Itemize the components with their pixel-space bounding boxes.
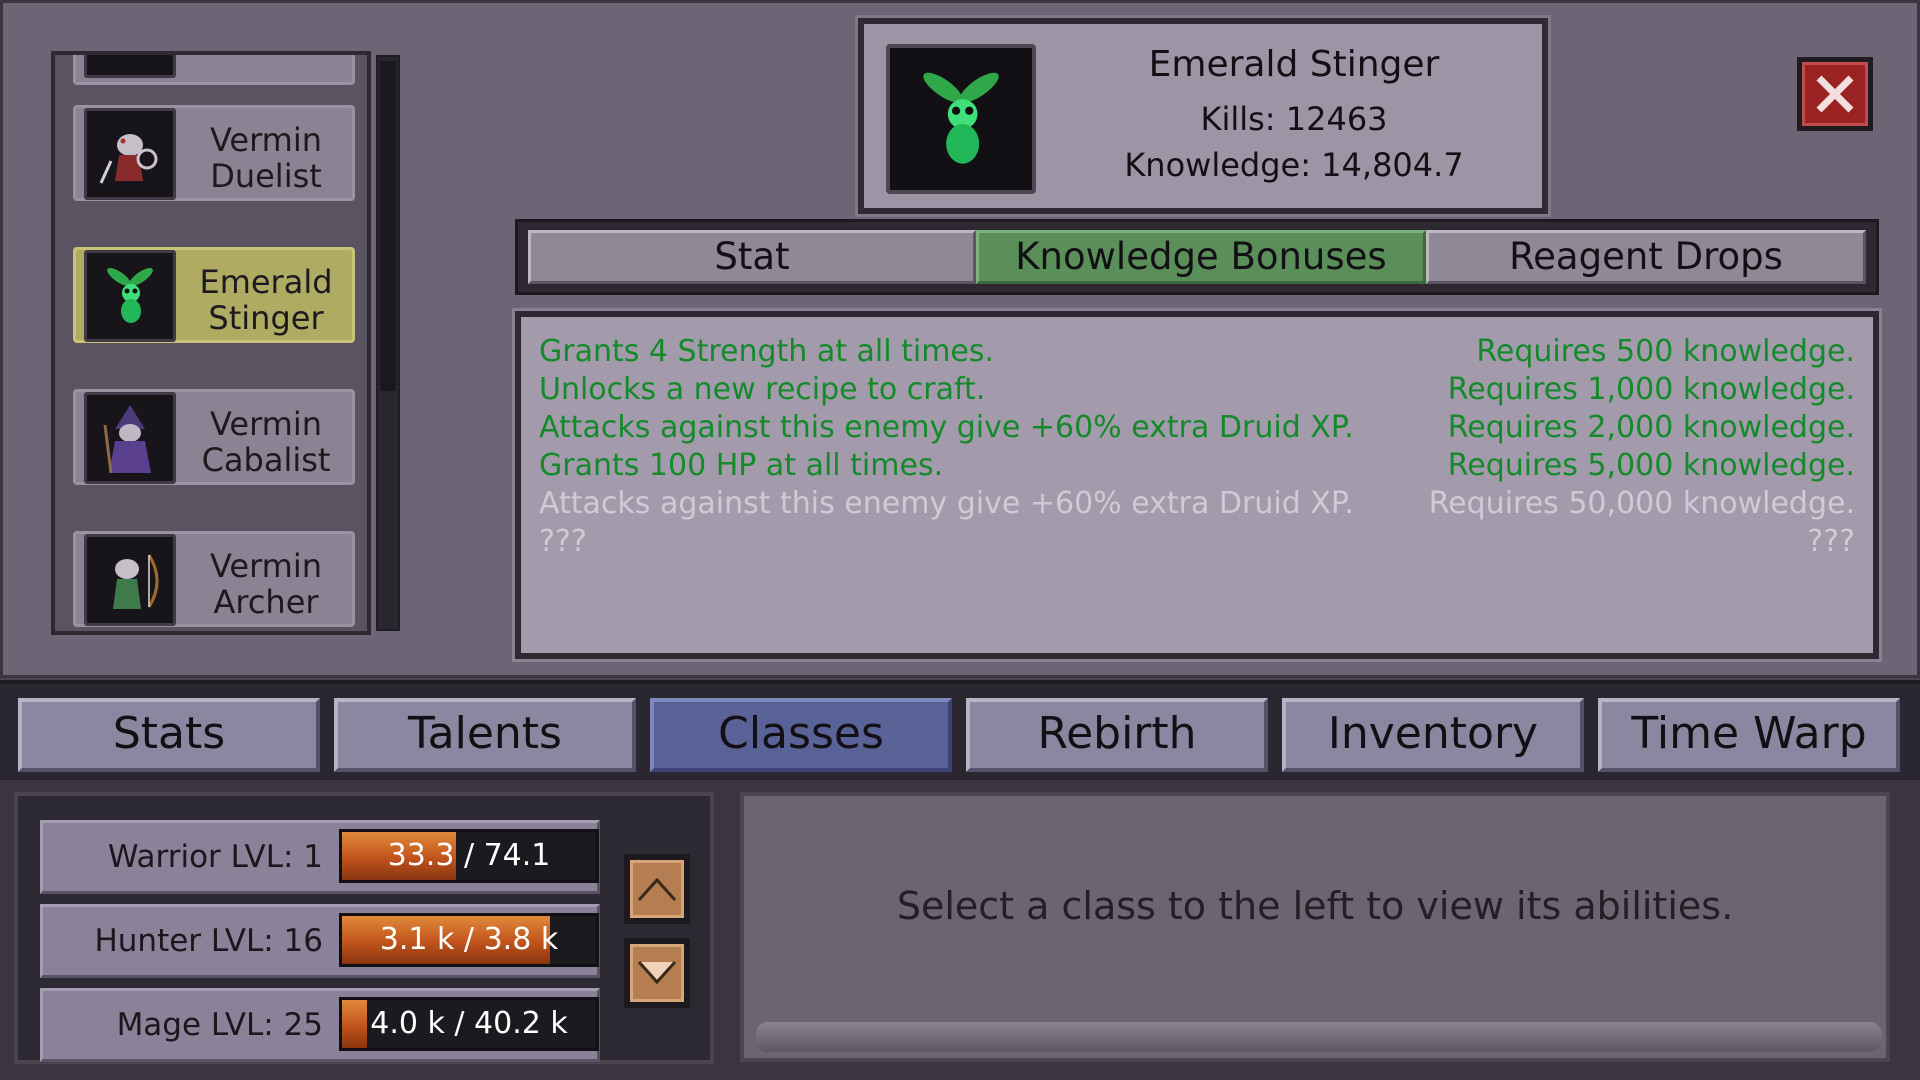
- class-row-hunter[interactable]: Hunter LVL: 16 3.1 k / 3.8 k: [40, 904, 600, 978]
- classes-area: Warrior LVL: 1 33.3 / 74.1 Hunter LVL: 1…: [0, 780, 1920, 1080]
- bonus-description: ???: [539, 524, 587, 559]
- scroll-down-button[interactable]: [624, 938, 690, 1008]
- scrollbar-thumb[interactable]: [380, 61, 396, 391]
- knowledge-value: Knowledge: 14,804.7: [1124, 146, 1464, 184]
- enemy-list-item[interactable]: Vermin Archer: [73, 531, 355, 627]
- tab-inventory[interactable]: Inventory: [1282, 698, 1584, 772]
- enemy-title: Emerald Stinger: [1148, 44, 1440, 85]
- class-level-label: Mage LVL: 25: [116, 1007, 323, 1043]
- bonus-row: Grants 100 HP at all times. Requires 5,0…: [539, 447, 1855, 485]
- bonus-row-locked: Attacks against this enemy give +60% ext…: [539, 485, 1855, 523]
- tab-rebirth[interactable]: Rebirth: [966, 698, 1268, 772]
- knowledge-bonus-list: Grants 4 Strength at all times. Requires…: [512, 308, 1882, 662]
- enemy-list-scrollbar[interactable]: [376, 55, 400, 631]
- rat-duelist-icon: [84, 108, 176, 200]
- enemy-name: Vermin Cabalist: [201, 405, 331, 479]
- tab-time-warp[interactable]: Time Warp: [1598, 698, 1900, 772]
- rat-archer-icon: [84, 534, 176, 626]
- bonus-requirement: Requires 500 knowledge.: [1476, 334, 1855, 369]
- emerald-stinger-icon: [886, 44, 1036, 194]
- emerald-stinger-icon: [84, 250, 176, 342]
- enemy-list-item[interactable]: Vermin Cabalist: [73, 389, 355, 485]
- arrow-up-icon: [630, 860, 684, 918]
- class-row-warrior[interactable]: Warrior LVL: 1 33.3 / 74.1: [40, 820, 600, 894]
- scroll-up-button[interactable]: [624, 854, 690, 924]
- xp-bar: 4.0 k / 40.2 k: [339, 997, 599, 1051]
- kill-count: Kills: 12463: [1200, 100, 1388, 138]
- bonus-requirement: Requires 2,000 knowledge.: [1447, 410, 1855, 445]
- bonus-row: Grants 4 Strength at all times. Requires…: [539, 333, 1855, 371]
- tab-stats[interactable]: Stats: [18, 698, 320, 772]
- arrow-down-icon: [630, 944, 684, 1002]
- enemy-portrait: [84, 55, 176, 78]
- enemy-list-item[interactable]: Vermin Duelist: [73, 105, 355, 201]
- bonus-description: Unlocks a new recipe to craft.: [539, 372, 986, 407]
- bestiary-panel: Vermin Duelist Emerald Stinger Vermin Ca…: [0, 0, 1920, 678]
- xp-text: 4.0 k / 40.2 k: [370, 1006, 568, 1041]
- xp-text: 3.1 k / 3.8 k: [379, 922, 559, 957]
- bonus-row: Unlocks a new recipe to craft. Requires …: [539, 371, 1855, 409]
- class-row-mage[interactable]: Mage LVL: 25 4.0 k / 40.2 k: [40, 988, 600, 1062]
- bonus-description: Attacks against this enemy give +60% ext…: [539, 486, 1354, 521]
- rat-cabalist-icon: [84, 392, 176, 484]
- class-list-panel: Warrior LVL: 1 33.3 / 74.1 Hunter LVL: 1…: [14, 792, 714, 1064]
- enemy-list-item-selected[interactable]: Emerald Stinger: [73, 247, 355, 343]
- close-button[interactable]: [1797, 57, 1873, 131]
- enemy-list: Vermin Duelist Emerald Stinger Vermin Ca…: [51, 51, 371, 635]
- abilities-panel: Select a class to the left to view its a…: [740, 792, 1890, 1062]
- tab-classes[interactable]: Classes: [650, 698, 952, 772]
- bonus-description: Attacks against this enemy give +60% ext…: [539, 410, 1354, 445]
- abilities-hint: Select a class to the left to view its a…: [896, 884, 1734, 928]
- bonus-row-locked: ??? ???: [539, 523, 1855, 561]
- enemy-name: Vermin Archer: [209, 547, 323, 621]
- enemy-header-card: Emerald Stinger Kills: 12463 Knowledge: …: [855, 15, 1551, 217]
- bonus-requirement: ???: [1807, 524, 1855, 559]
- xp-bar: 33.3 / 74.1: [339, 829, 599, 883]
- bonus-requirement: Requires 50,000 knowledge.: [1428, 486, 1855, 521]
- enemy-list-item-partial[interactable]: [73, 55, 355, 85]
- bonus-requirement: Requires 1,000 knowledge.: [1447, 372, 1855, 407]
- tab-talents[interactable]: Talents: [334, 698, 636, 772]
- main-nav-bar: Stats Talents Classes Rebirth Inventory …: [0, 680, 1920, 780]
- class-level-label: Warrior LVL: 1: [107, 839, 323, 875]
- tab-knowledge-bonuses[interactable]: Knowledge Bonuses: [976, 230, 1426, 284]
- tab-stat[interactable]: Stat: [528, 230, 976, 284]
- xp-text: 33.3 / 74.1: [387, 838, 551, 873]
- enemy-name: Vermin Duelist: [209, 121, 323, 195]
- bonus-row: Attacks against this enemy give +60% ext…: [539, 409, 1855, 447]
- abilities-scrollbar[interactable]: [756, 1022, 1882, 1052]
- xp-bar: 3.1 k / 3.8 k: [339, 913, 599, 967]
- class-level-label: Hunter LVL: 16: [94, 923, 323, 959]
- tab-reagent-drops[interactable]: Reagent Drops: [1426, 230, 1866, 284]
- bonus-requirement: Requires 5,000 knowledge.: [1447, 448, 1855, 483]
- enemy-name: Emerald Stinger: [199, 263, 333, 337]
- bonus-description: Grants 4 Strength at all times.: [539, 334, 995, 369]
- close-icon: [1802, 62, 1868, 126]
- info-tab-bar: Stat Knowledge Bonuses Reagent Drops: [515, 219, 1879, 295]
- bonus-description: Grants 100 HP at all times.: [539, 448, 944, 483]
